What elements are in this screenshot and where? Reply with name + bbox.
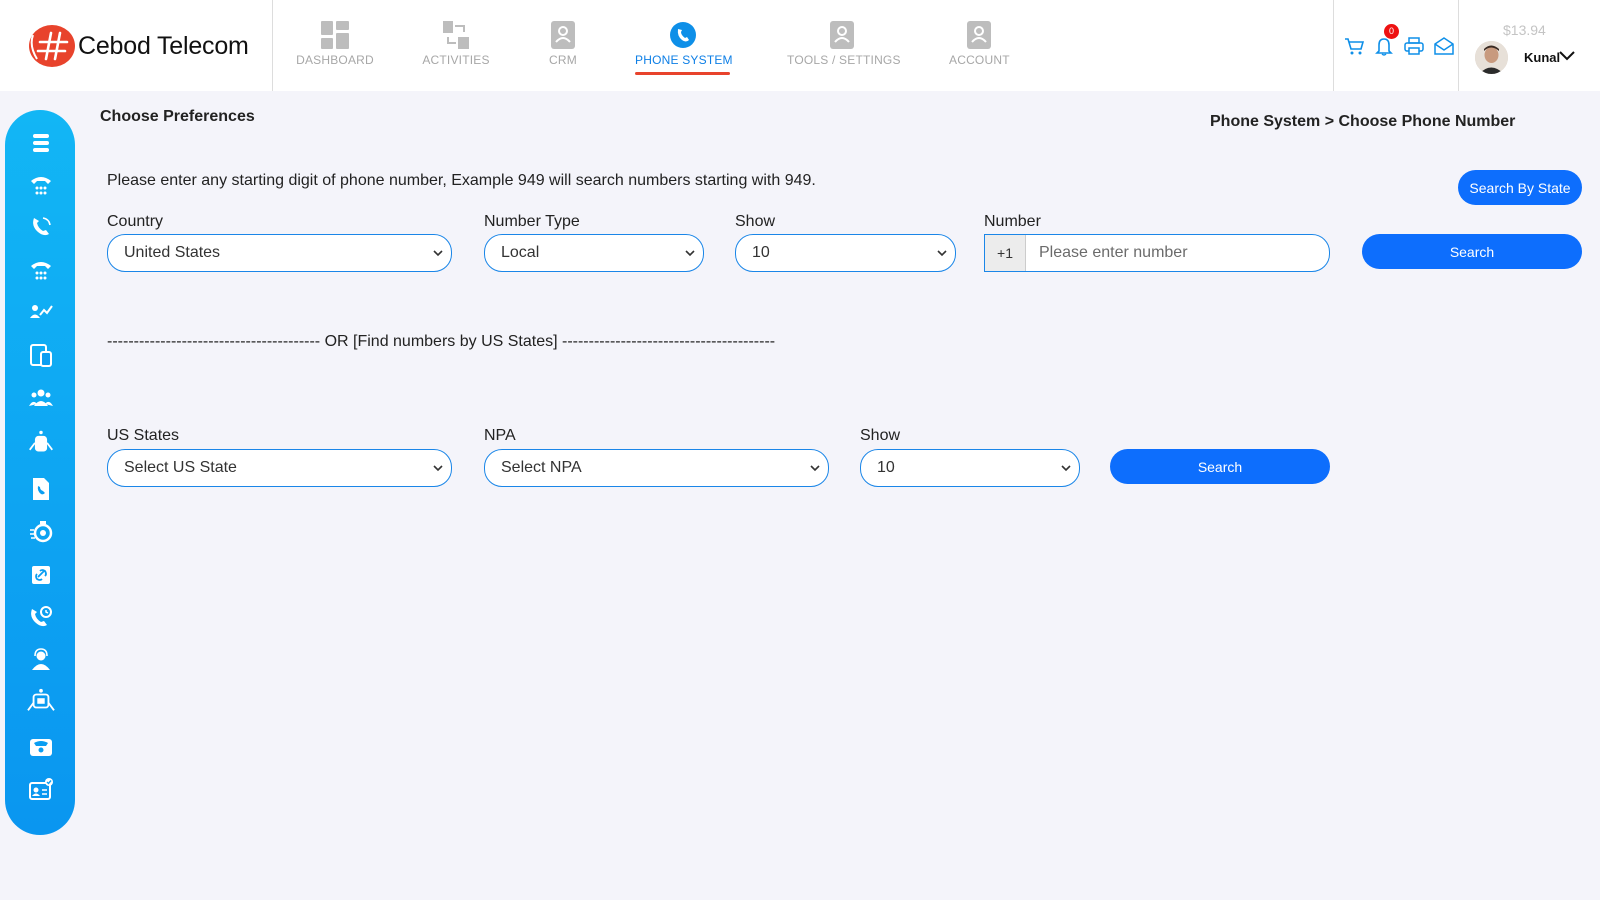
nav-label-crm: CRM xyxy=(549,53,577,67)
activities-icon xyxy=(443,21,469,49)
printer-icon[interactable] xyxy=(1404,36,1424,56)
country-select[interactable]: United States xyxy=(107,234,452,272)
nav-label-activities: ACTIVITIES xyxy=(422,53,490,67)
phone-call-icon[interactable] xyxy=(28,214,54,240)
nav-label-tools-settings: TOOLS / SETTINGS xyxy=(787,53,901,67)
us-state-select-value: Select US State xyxy=(124,459,237,476)
tools-icon xyxy=(830,21,854,49)
country-code-prefix: +1 xyxy=(985,235,1026,271)
number-type-select[interactable]: Local xyxy=(484,234,704,272)
sidebar xyxy=(5,110,75,835)
menu-icon[interactable] xyxy=(28,130,54,156)
nav-activities[interactable]: ACTIVITIES xyxy=(420,0,492,91)
breadcrumb: Phone System > Choose Phone Number xyxy=(1210,113,1516,130)
nav-label-phone-system: PHONE SYSTEM xyxy=(635,53,733,67)
active-nav-underline xyxy=(635,72,730,75)
dashboard-icon xyxy=(321,21,349,49)
nav-crm[interactable]: CRM xyxy=(543,0,583,91)
number-type-select-value: Local xyxy=(501,244,540,261)
show-label: Show xyxy=(735,213,776,230)
users-icon[interactable] xyxy=(28,385,54,411)
chevron-down-icon[interactable] xyxy=(1558,49,1576,63)
account-icon xyxy=(967,21,991,49)
header-divider xyxy=(272,0,273,91)
phone-settings-icon[interactable] xyxy=(28,604,54,630)
bell-icon[interactable]: 0 xyxy=(1374,24,1399,56)
phone-system-icon xyxy=(669,22,696,48)
or-divider: ----------------------------------------… xyxy=(107,333,776,350)
search-by-state-button[interactable]: Search By State xyxy=(1458,170,1582,205)
desk-phone-icon[interactable] xyxy=(28,257,54,283)
header-divider xyxy=(1333,0,1334,91)
id-card-icon[interactable] xyxy=(28,777,54,803)
bot-icon[interactable] xyxy=(25,688,57,714)
nav-tools-settings[interactable]: TOOLS / SETTINGS xyxy=(787,0,901,91)
number-label: Number xyxy=(984,213,1041,230)
state-show-label: Show xyxy=(860,427,901,444)
npa-select[interactable]: Select NPA xyxy=(484,449,829,487)
robot-icon[interactable] xyxy=(26,429,56,455)
show-select[interactable]: 10 xyxy=(735,234,956,272)
state-show-select-value: 10 xyxy=(877,459,895,476)
npa-select-value: Select NPA xyxy=(501,459,582,476)
state-show-select[interactable]: 10 xyxy=(860,449,1080,487)
team-chart-icon[interactable] xyxy=(28,299,54,325)
link-icon[interactable] xyxy=(28,562,54,588)
page-title: Choose Preferences xyxy=(100,108,255,125)
timer-icon[interactable] xyxy=(28,519,54,545)
chevron-down-icon xyxy=(685,250,695,257)
state-search-button[interactable]: Search xyxy=(1110,449,1330,484)
phone-number-input[interactable] xyxy=(1027,235,1317,271)
mail-icon[interactable] xyxy=(1434,36,1454,56)
us-state-select[interactable]: Select US State xyxy=(107,449,452,487)
notification-badge: 0 xyxy=(1384,24,1399,39)
npa-label: NPA xyxy=(484,427,516,444)
nav-label-account: ACCOUNT xyxy=(949,53,1010,67)
agent-icon[interactable] xyxy=(28,647,54,673)
chevron-down-icon xyxy=(433,250,443,257)
avatar[interactable] xyxy=(1475,41,1508,74)
country-select-value: United States xyxy=(124,244,221,261)
account-balance: $13.94 xyxy=(1503,22,1546,38)
phone-file-icon[interactable] xyxy=(28,476,54,502)
chevron-down-icon xyxy=(1061,465,1071,472)
nav-account[interactable]: ACCOUNT xyxy=(949,0,1010,91)
header-actions: 0 xyxy=(1344,24,1464,56)
nav-dashboard[interactable]: DASHBOARD xyxy=(290,0,380,91)
header-divider xyxy=(1458,0,1459,91)
chevron-down-icon xyxy=(937,250,947,257)
nav-phone-system[interactable]: PHONE SYSTEM xyxy=(635,0,733,91)
number-type-label: Number Type xyxy=(484,213,580,230)
username[interactable]: Kunal xyxy=(1524,50,1560,65)
devices-icon[interactable] xyxy=(28,342,54,368)
telephone-icon[interactable] xyxy=(28,734,54,760)
crm-icon xyxy=(551,21,575,49)
show-select-value: 10 xyxy=(752,244,770,261)
search-instruction: Please enter any starting digit of phone… xyxy=(107,172,816,189)
brand-logo[interactable]: Cebod Telecom xyxy=(29,25,249,67)
nav-label-dashboard: DASHBOARD xyxy=(296,53,374,67)
number-search-button[interactable]: Search xyxy=(1362,234,1582,269)
us-states-label: US States xyxy=(107,427,180,444)
brand-name: Cebod Telecom xyxy=(78,31,249,60)
logo-mark-icon xyxy=(29,25,75,67)
chevron-down-icon xyxy=(433,465,443,472)
chevron-down-icon xyxy=(810,465,820,472)
country-label: Country xyxy=(107,213,164,230)
desk-phone-icon[interactable] xyxy=(28,172,54,198)
cart-icon[interactable] xyxy=(1344,36,1365,56)
phone-number-group: +1 xyxy=(984,234,1330,272)
